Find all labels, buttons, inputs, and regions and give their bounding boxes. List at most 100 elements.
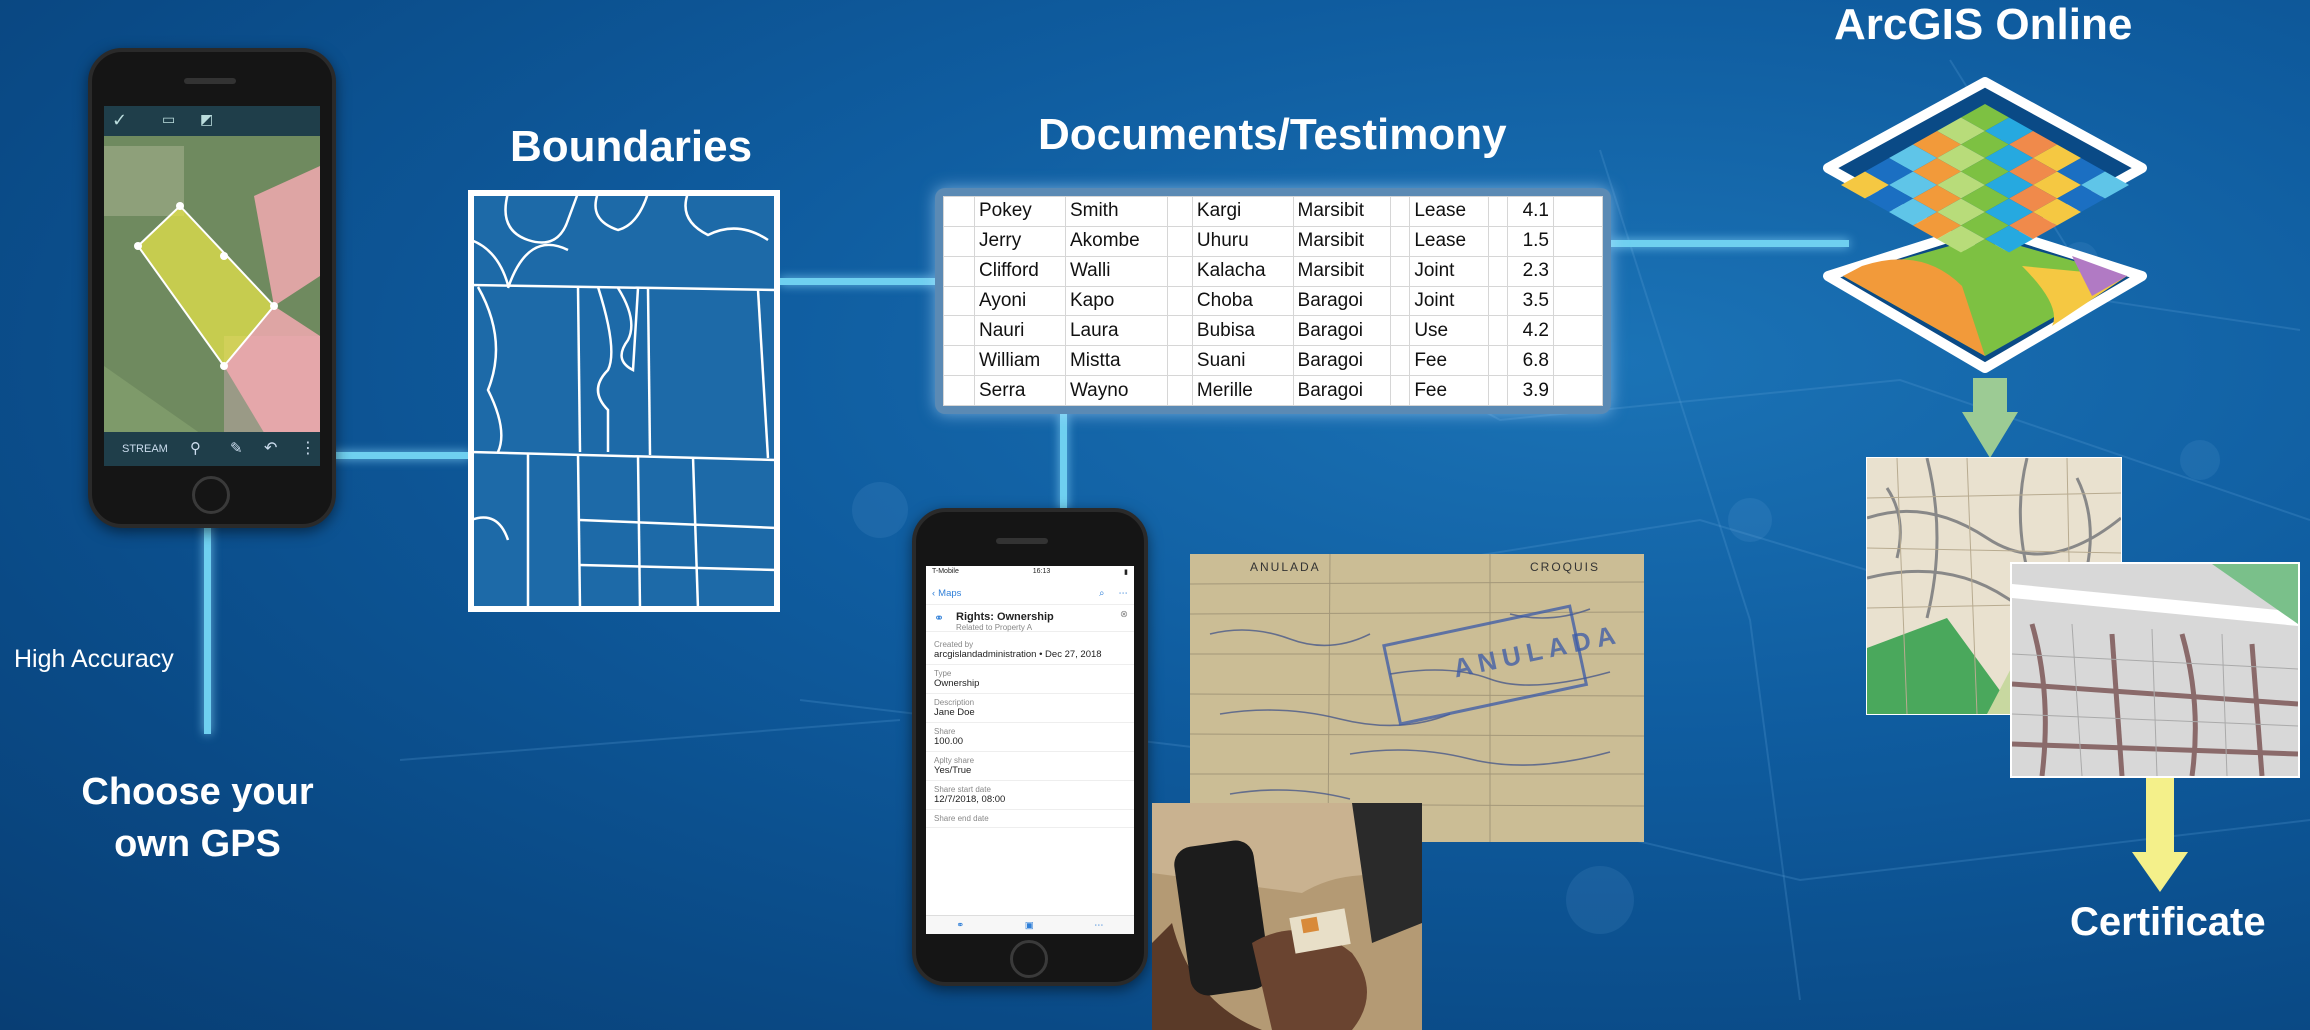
table-cell: Fee <box>1409 345 1490 377</box>
survey-field-label: Type <box>934 669 952 678</box>
table-cell-spacer <box>1166 225 1193 257</box>
survey-field-label: Share <box>934 727 956 736</box>
connector-boundaries-docs <box>780 278 936 285</box>
map-layer-icon[interactable]: ◩ <box>200 111 213 128</box>
table-cell: Baragoi <box>1292 315 1392 347</box>
table-cell-spacer <box>1390 285 1411 317</box>
table-row: Clifford Walli Kalacha Marsibit Joint 2.3 <box>943 255 1603 287</box>
table-cell: Suani <box>1191 345 1294 377</box>
gps-caption-line1: Choose your <box>81 771 314 813</box>
survey-field-value: Ownership <box>934 678 980 689</box>
table-cell: Ayoni <box>974 285 1066 317</box>
card-title: Rights: Ownership <box>956 611 1054 623</box>
table-cell: Marsibit <box>1292 255 1392 287</box>
table-cell-spacer <box>943 315 975 347</box>
survey-field-label: Description <box>934 698 975 707</box>
table-cell-spacer <box>943 196 975 227</box>
close-icon[interactable]: ⊗ <box>1120 609 1128 620</box>
collector-phone: ✓ ▭ ◩ STREAM ⚲ ✎ ↶ ⋮ <box>88 48 336 528</box>
table-cell: Akombe <box>1064 225 1168 257</box>
table-cell-spacer <box>1488 255 1509 287</box>
list-icon[interactable]: ▭ <box>162 111 175 128</box>
survey-field: Share end date <box>926 810 1134 828</box>
gps-caption-line2: own GPS <box>114 823 281 865</box>
high-accuracy-label: High Accuracy <box>14 645 174 673</box>
connector-phone-down <box>204 522 211 734</box>
table-cell: Jerry <box>974 225 1066 257</box>
gps-caption: Choose your own GPS <box>60 766 335 870</box>
arrow-yellow-head <box>2132 852 2188 892</box>
table-cell: Serra <box>974 375 1066 406</box>
back-icon[interactable]: ‹ <box>932 588 935 599</box>
table-row: William Mistta Suani Baragoi Fee 6.8 <box>943 345 1603 377</box>
created-by-label: Created by <box>934 640 974 649</box>
undo-icon[interactable]: ↶ <box>264 438 277 458</box>
created-by-value: arcgislandadministration • Dec 27, 2018 <box>934 649 1102 660</box>
table-cell: Smith <box>1064 196 1168 227</box>
survey-field-value: Yes/True <box>934 765 972 776</box>
table-row: Ayoni Kapo Choba Baragoi Joint 3.5 <box>943 285 1603 317</box>
more-icon[interactable]: ⋯ <box>1119 588 1129 599</box>
back-button[interactable]: Maps <box>938 588 961 599</box>
gps-icon[interactable]: ⚲ <box>190 439 201 457</box>
table-cell: Pokey <box>974 196 1066 227</box>
table-cell: Bubisa <box>1191 315 1294 347</box>
documents-table: Pokey Smith Kargi Marsibit Lease 4.1 Jerry Akom… <box>943 196 1603 406</box>
status-bar: T-Mobile 16:13 ▮ <box>926 566 1134 582</box>
home-button <box>1010 940 1048 978</box>
table-cell: Mistta <box>1064 345 1168 377</box>
table-cell: Clifford <box>974 255 1066 287</box>
survey-field: Aplty share Yes/True <box>926 752 1134 781</box>
table-cell-spacer <box>1553 196 1603 227</box>
table-cell-spacer <box>943 255 975 287</box>
table-cell: Wayno <box>1064 375 1168 406</box>
pencil-icon[interactable]: ✎ <box>230 439 243 457</box>
hands-drawing <box>1152 803 1422 1030</box>
documents-title: Documents/Testimony <box>1038 110 1507 159</box>
table-cell: Nauri <box>974 315 1066 347</box>
table-cell: Marsibit <box>1292 225 1392 257</box>
card-subtitle: Related to Property A <box>956 623 1033 632</box>
table-cell-spacer <box>1553 285 1603 317</box>
more-icon[interactable]: ⋮ <box>300 438 316 458</box>
table-cell: 2.3 <box>1507 255 1554 287</box>
table-row: Jerry Akombe Uhuru Marsibit Lease 1.5 <box>943 225 1603 257</box>
survey-field-value: 12/7/2018, 08:00 <box>934 794 1006 805</box>
arrow-green-head <box>1962 412 2018 458</box>
survey-field: Share 100.00 <box>926 723 1134 752</box>
check-icon[interactable]: ✓ <box>112 110 127 131</box>
table-cell-spacer <box>943 375 975 406</box>
table-cell-spacer <box>1488 285 1509 317</box>
table-cell: Lease <box>1409 225 1490 257</box>
table-cell: Choba <box>1191 285 1294 317</box>
table-cell: Kapo <box>1064 285 1168 317</box>
collector-screen: ✓ ▭ ◩ STREAM ⚲ ✎ ↶ ⋮ <box>104 106 320 466</box>
table-cell: 1.5 <box>1507 225 1554 257</box>
table-cell-spacer <box>1390 315 1411 347</box>
table-cell: Kalacha <box>1191 255 1294 287</box>
table-cell-spacer <box>1553 255 1603 287</box>
table-cell-spacer <box>1553 315 1603 347</box>
table-cell-spacer <box>1166 375 1193 406</box>
attachment-icon[interactable]: ▣ <box>1025 920 1034 931</box>
arrow-yellow-shaft <box>2146 774 2174 854</box>
table-cell-spacer <box>1166 315 1193 347</box>
table-cell: 4.1 <box>1507 196 1554 227</box>
survey-field-value: 100.00 <box>934 736 964 747</box>
survey-phone: T-Mobile 16:13 ▮ ‹ Maps ⌕ ⋯ ⚭ Rights: Ow… <box>912 508 1148 986</box>
table-cell: Kargi <box>1191 196 1294 227</box>
more-icon[interactable]: ⋯ <box>1094 920 1104 931</box>
survey-bottom-bar: ⚭ ▣ ⋯ <box>926 915 1134 934</box>
table-cell-spacer <box>1553 345 1603 377</box>
table-cell-spacer <box>1390 345 1411 377</box>
carrier: T-Mobile <box>932 568 959 575</box>
parcel-map-2-drawing <box>2012 564 2298 776</box>
table-cell: Lease <box>1409 196 1490 227</box>
stream-button[interactable]: STREAM <box>122 443 168 455</box>
table-cell-spacer <box>1390 225 1411 257</box>
search-icon[interactable]: ⌕ <box>1099 588 1104 599</box>
table-cell: 6.8 <box>1507 345 1554 377</box>
card-header: ⚭ Rights: Ownership Related to Property … <box>926 605 1134 632</box>
link-icon[interactable]: ⚭ <box>956 920 964 931</box>
table-cell: Joint <box>1409 255 1490 287</box>
